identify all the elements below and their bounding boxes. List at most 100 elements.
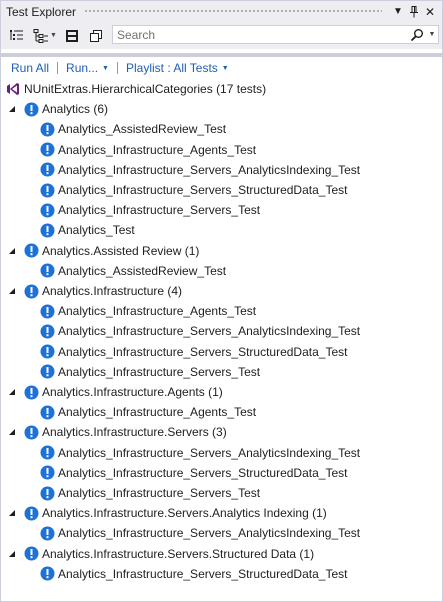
- info-icon: [39, 404, 55, 420]
- test-item[interactable]: Analytics_Infrastructure_Agents_Test: [39, 140, 256, 160]
- tree-group[interactable]: Analytics.Assisted Review (1): [7, 241, 199, 261]
- test-item[interactable]: Analytics_Infrastructure_Servers_Structu…: [39, 180, 347, 200]
- tree-group-label: Analytics (6): [42, 102, 109, 117]
- tree-group[interactable]: Analytics.Infrastructure (4): [7, 281, 182, 301]
- test-item[interactable]: Analytics_Infrastructure_Servers_Structu…: [39, 342, 347, 362]
- tree-group[interactable]: Analytics.Infrastructure.Servers.Analyti…: [7, 503, 327, 523]
- test-item-label: Analytics_Infrastructure_Servers_Test: [58, 364, 261, 379]
- test-item-label: Analytics_AssistedReview_Test: [58, 263, 227, 278]
- test-item-label: Analytics_Infrastructure_Servers_Test: [58, 203, 261, 218]
- test-item[interactable]: Analytics_Infrastructure_Servers_Analyti…: [39, 160, 360, 180]
- pin-icon[interactable]: [406, 4, 422, 20]
- info-icon: [39, 121, 55, 137]
- tree-group[interactable]: Analytics.Infrastructure.Servers.Structu…: [7, 544, 314, 564]
- info-icon: [39, 445, 55, 461]
- hierarchy-icon[interactable]: [30, 25, 52, 47]
- test-item[interactable]: Analytics_AssistedReview_Test: [39, 119, 226, 139]
- command-separator: [57, 62, 59, 74]
- tree-group-label: Analytics.Infrastructure.Servers (3): [42, 425, 227, 440]
- title-grip[interactable]: [84, 9, 382, 14]
- test-item[interactable]: Analytics_Infrastructure_Servers_Test: [39, 483, 260, 503]
- window-menu-icon[interactable]: ▼: [390, 4, 406, 20]
- hierarchy-dropdown-icon[interactable]: ▼: [50, 32, 57, 39]
- tree-group-label: Analytics.Infrastructure (4): [42, 284, 183, 298]
- test-item-label: Analytics_Infrastructure_Servers_Structu…: [58, 465, 348, 480]
- info-icon: [39, 465, 55, 481]
- run-dropdown-icon[interactable]: ▼: [102, 65, 109, 72]
- info-icon: [39, 323, 55, 339]
- tree-group-label: Analytics.Assisted Review (1): [42, 243, 200, 258]
- test-item[interactable]: Analytics_Infrastructure_Servers_Analyti…: [39, 321, 360, 341]
- test-item[interactable]: Analytics_Infrastructure_Servers_Analyti…: [39, 443, 360, 463]
- info-icon: [39, 202, 55, 218]
- run-tests-icon[interactable]: [61, 25, 83, 47]
- run-link[interactable]: Run...: [66, 61, 98, 75]
- search-box: ▼: [112, 25, 439, 44]
- info-icon: [39, 525, 55, 541]
- window-title: Test Explorer: [6, 4, 77, 19]
- expanded-triangle-icon[interactable]: [7, 549, 17, 559]
- copy-icon[interactable]: [85, 25, 107, 47]
- expanded-triangle-icon[interactable]: [7, 387, 17, 397]
- info-icon: [39, 182, 55, 198]
- test-item-label: Analytics_Infrastructure_Servers_Analyti…: [58, 162, 361, 177]
- run-all-link[interactable]: Run All: [11, 61, 49, 75]
- test-item-label: Analytics_AssistedReview_Test: [58, 122, 227, 137]
- test-item-label: Analytics_Infrastructure_Servers_Analyti…: [58, 324, 361, 339]
- expanded-triangle-icon[interactable]: [7, 246, 17, 256]
- group-by-icon[interactable]: [6, 25, 28, 47]
- info-icon: [23, 384, 39, 400]
- info-icon: [39, 263, 55, 279]
- search-dropdown-icon[interactable]: ▼: [426, 31, 438, 38]
- test-item-label: Analytics_Infrastructure_Servers_Structu…: [58, 183, 348, 197]
- playlist-link[interactable]: Playlist : All Tests: [126, 61, 218, 75]
- search-input[interactable]: [113, 27, 408, 42]
- info-icon: [39, 142, 55, 158]
- toolbar: ▼ ▼: [1, 22, 442, 49]
- command-separator: [116, 62, 118, 74]
- expanded-triangle-icon[interactable]: [7, 508, 17, 518]
- info-icon: [39, 566, 55, 582]
- search-icon[interactable]: [408, 28, 426, 42]
- test-item-label: Analytics_Infrastructure_Agents_Test: [58, 405, 257, 420]
- close-icon[interactable]: ✕: [422, 4, 438, 20]
- info-icon: [39, 364, 55, 380]
- test-item[interactable]: Analytics_AssistedReview_Test: [39, 261, 226, 281]
- test-item-label: Analytics_Infrastructure_Agents_Test: [58, 142, 257, 157]
- tree-root[interactable]: NUnitExtras.HierarchicalCategories (17 t…: [5, 79, 266, 99]
- vs-project-icon: [5, 81, 21, 97]
- expanded-triangle-icon[interactable]: [7, 104, 17, 114]
- expanded-triangle-icon[interactable]: [7, 427, 17, 437]
- playlist-dropdown-icon[interactable]: ▼: [222, 65, 229, 72]
- test-item[interactable]: Analytics_Infrastructure_Servers_Structu…: [39, 564, 347, 584]
- command-bar: Run All Run... ▼ Playlist : All Tests ▼: [1, 57, 442, 79]
- info-icon: [23, 424, 39, 440]
- expanded-triangle-icon[interactable]: [7, 286, 17, 296]
- test-item[interactable]: Analytics_Infrastructure_Servers_Structu…: [39, 463, 347, 483]
- test-item[interactable]: Analytics_Infrastructure_Agents_Test: [39, 301, 256, 321]
- info-icon: [23, 505, 39, 521]
- test-item[interactable]: Analytics_Infrastructure_Servers_Test: [39, 200, 260, 220]
- info-icon: [23, 101, 39, 117]
- test-item-label: Analytics_Infrastructure_Servers_Analyti…: [58, 526, 361, 541]
- info-icon: [39, 485, 55, 501]
- tree-group[interactable]: Analytics.Infrastructure.Servers (3): [7, 422, 227, 442]
- tree-group-label: Analytics.Infrastructure.Agents (1): [42, 385, 223, 399]
- tree-group-label: Analytics.Infrastructure.Servers.Structu…: [42, 546, 315, 561]
- test-item[interactable]: Analytics_Infrastructure_Servers_Test: [39, 362, 260, 382]
- window-title-bar: Test Explorer ▼ ✕: [1, 1, 442, 22]
- test-item-label: Analytics_Test: [58, 223, 135, 238]
- info-icon: [39, 162, 55, 178]
- test-item[interactable]: Analytics_Infrastructure_Agents_Test: [39, 402, 256, 422]
- tree-group-label: Analytics.Infrastructure.Servers.Analyti…: [42, 506, 327, 521]
- tree-root-label: NUnitExtras.HierarchicalCategories (17 t…: [24, 82, 267, 96]
- test-item-label: Analytics_Infrastructure_Servers_Structu…: [58, 566, 348, 581]
- tree-group[interactable]: Analytics (6): [7, 99, 108, 119]
- test-item[interactable]: Analytics_Infrastructure_Servers_Analyti…: [39, 523, 360, 543]
- info-icon: [39, 222, 55, 238]
- tree-group[interactable]: Analytics.Infrastructure.Agents (1): [7, 382, 223, 402]
- test-item[interactable]: Analytics_Test: [39, 220, 135, 240]
- test-item-label: Analytics_Infrastructure_Servers_Analyti…: [58, 445, 361, 460]
- info-icon: [23, 283, 39, 299]
- info-icon: [39, 344, 55, 360]
